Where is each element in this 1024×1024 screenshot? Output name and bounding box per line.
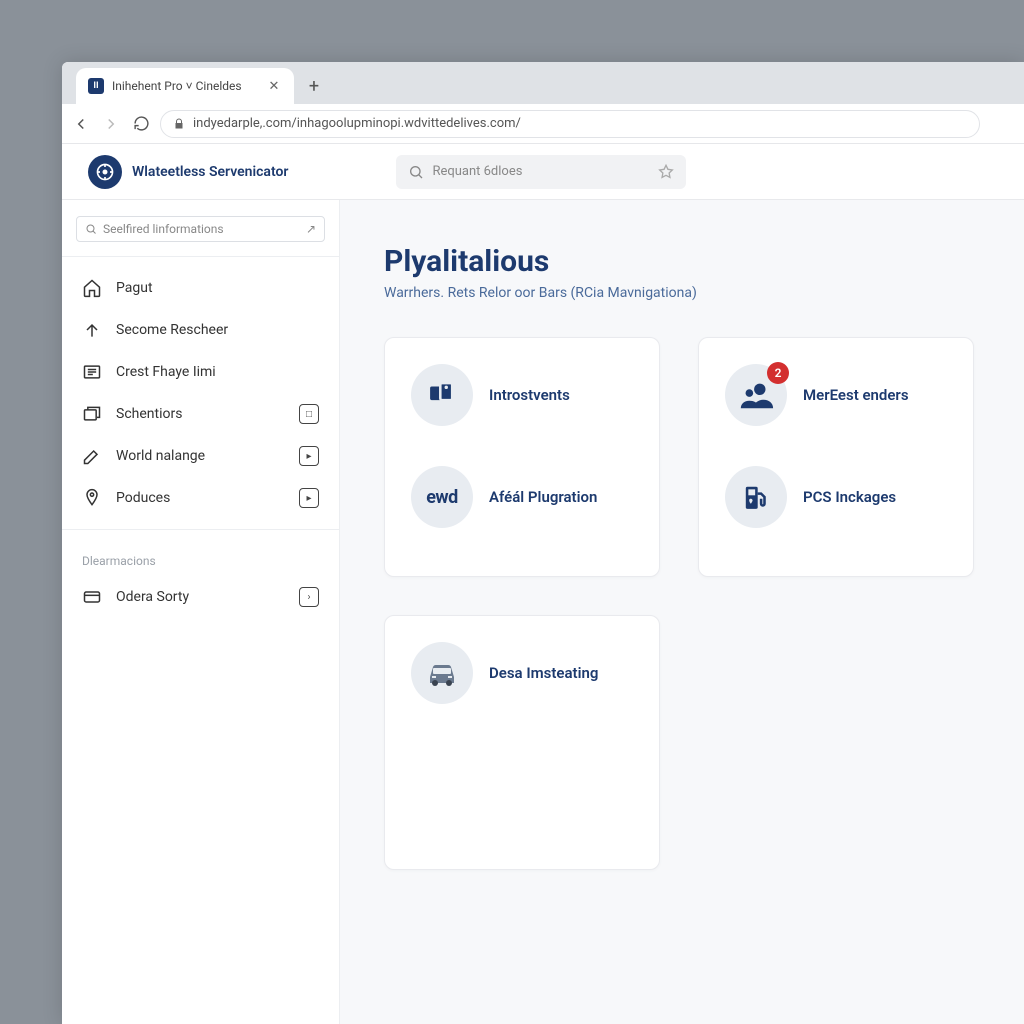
car-icon <box>411 642 473 704</box>
sidebar-item-poduces[interactable]: Poduces ▸ <box>76 477 325 519</box>
tab-favicon: II <box>88 78 104 94</box>
sidebar-item-label: World nalange <box>116 448 205 464</box>
filter-placeholder: Seelfired linformations <box>103 222 224 236</box>
card-mereest[interactable]: 2 MerEest enders PCS Inckages <box>698 337 974 577</box>
badge-count: 2 <box>767 362 789 384</box>
back-icon[interactable] <box>72 115 90 133</box>
page-subtitle: Warrhers. Rets Relor oor Bars (RCia Mavn… <box>384 285 980 301</box>
badge-icon: □ <box>299 404 319 424</box>
card-label: PCS Inckages <box>803 488 896 506</box>
sidebar-item-secome[interactable]: Secome Rescheer <box>76 309 325 351</box>
sidebar: Seelfired linformations ↗ Pagut Secome R… <box>62 200 340 1024</box>
browser-tab[interactable]: II Inihehent Pro ˅ Cineldes ✕ <box>76 68 294 104</box>
tab-strip: II Inihehent Pro ˅ Cineldes ✕ + <box>62 62 1024 104</box>
pin-icon <box>82 488 102 508</box>
search-placeholder: Requant 6dloes <box>432 164 522 179</box>
sidebar-item-label: Poduces <box>116 490 170 506</box>
url-text: indyedarple,.com/inhagoolupminopi.wdvitt… <box>193 116 521 131</box>
device-icon <box>411 364 473 426</box>
app-header: Wlateetless Servenicator Requant 6dloes <box>62 144 1024 200</box>
card-introstvents[interactable]: Introstvents ewd Aféál Plugration <box>384 337 660 577</box>
sidebar-item-pagut[interactable]: Pagut <box>76 267 325 309</box>
sidebar-item-label: Pagut <box>116 280 153 296</box>
url-field[interactable]: indyedarple,.com/inhagoolupminopi.wdvitt… <box>160 110 980 138</box>
close-icon[interactable]: ✕ <box>266 78 282 94</box>
search-icon <box>408 164 424 180</box>
card-row[interactable]: 2 MerEest enders <box>725 364 947 426</box>
sidebar-section-label: Dlearmacions <box>76 540 325 576</box>
tab-title: Inihehent Pro ˅ Cineldes <box>112 79 242 93</box>
sidebar-item-schentiors[interactable]: Schentiors □ <box>76 393 325 435</box>
people-icon: 2 <box>725 364 787 426</box>
page-title: Plyalitalious <box>384 244 980 279</box>
fuel-icon <box>725 466 787 528</box>
card-grid: Introstvents ewd Aféál Plugration <box>384 337 980 870</box>
card-desa[interactable]: Desa Imsteating <box>384 615 660 870</box>
card-label: Aféál Plugration <box>489 488 597 506</box>
card-row[interactable]: ewd Aféál Plugration <box>411 466 633 528</box>
go-icon[interactable]: ↗ <box>306 222 316 236</box>
card-icon <box>82 587 102 607</box>
header-search[interactable]: Requant 6dloes <box>396 155 686 189</box>
box-icon <box>82 404 102 424</box>
address-bar: indyedarple,.com/inhagoolupminopi.wdvitt… <box>62 104 1024 144</box>
search-icon <box>85 223 97 235</box>
card-label: Introstvents <box>489 386 570 404</box>
divider <box>62 256 339 257</box>
sidebar-filter[interactable]: Seelfired linformations ↗ <box>76 216 325 242</box>
sidebar-item-label: Crest Fhaye Iimi <box>116 364 216 380</box>
reload-icon[interactable] <box>132 115 150 133</box>
forward-icon[interactable] <box>102 115 120 133</box>
app-body: Seelfired linformations ↗ Pagut Secome R… <box>62 200 1024 1024</box>
nav-controls <box>72 115 150 133</box>
chevron-icon: ▸ <box>299 488 319 508</box>
new-tab-button[interactable]: + <box>300 72 328 100</box>
up-icon <box>82 320 102 340</box>
chevron-icon: ▸ <box>299 446 319 466</box>
brand-logo-icon <box>88 155 122 189</box>
brand[interactable]: Wlateetless Servenicator <box>88 155 288 189</box>
lock-icon <box>173 118 185 130</box>
card-label: MerEest enders <box>803 386 909 404</box>
star-icon[interactable] <box>658 164 674 180</box>
list-icon <box>82 362 102 382</box>
browser-window: II Inihehent Pro ˅ Cineldes ✕ + indyedar… <box>62 62 1024 1024</box>
pen-icon <box>82 446 102 466</box>
sidebar-item-world[interactable]: World nalange ▸ <box>76 435 325 477</box>
brand-name: Wlateetless Servenicator <box>132 164 288 180</box>
main-content: Plyalitalious Warrhers. Rets Relor oor B… <box>340 200 1024 1024</box>
home-icon <box>82 278 102 298</box>
divider <box>62 529 339 530</box>
card-row[interactable]: Desa Imsteating <box>411 642 633 704</box>
sidebar-item-crest[interactable]: Crest Fhaye Iimi <box>76 351 325 393</box>
ewd-icon: ewd <box>411 466 473 528</box>
card-row[interactable]: Introstvents <box>411 364 633 426</box>
card-row[interactable]: PCS Inckages <box>725 466 947 528</box>
card-label: Desa Imsteating <box>489 664 598 682</box>
sidebar-item-label: Odera Sorty <box>116 589 189 605</box>
sidebar-item-label: Schentiors <box>116 406 182 422</box>
sidebar-item-label: Secome Rescheer <box>116 322 228 338</box>
sidebar-item-odera[interactable]: Odera Sorty › <box>76 576 325 618</box>
chevron-right-icon: › <box>299 587 319 607</box>
